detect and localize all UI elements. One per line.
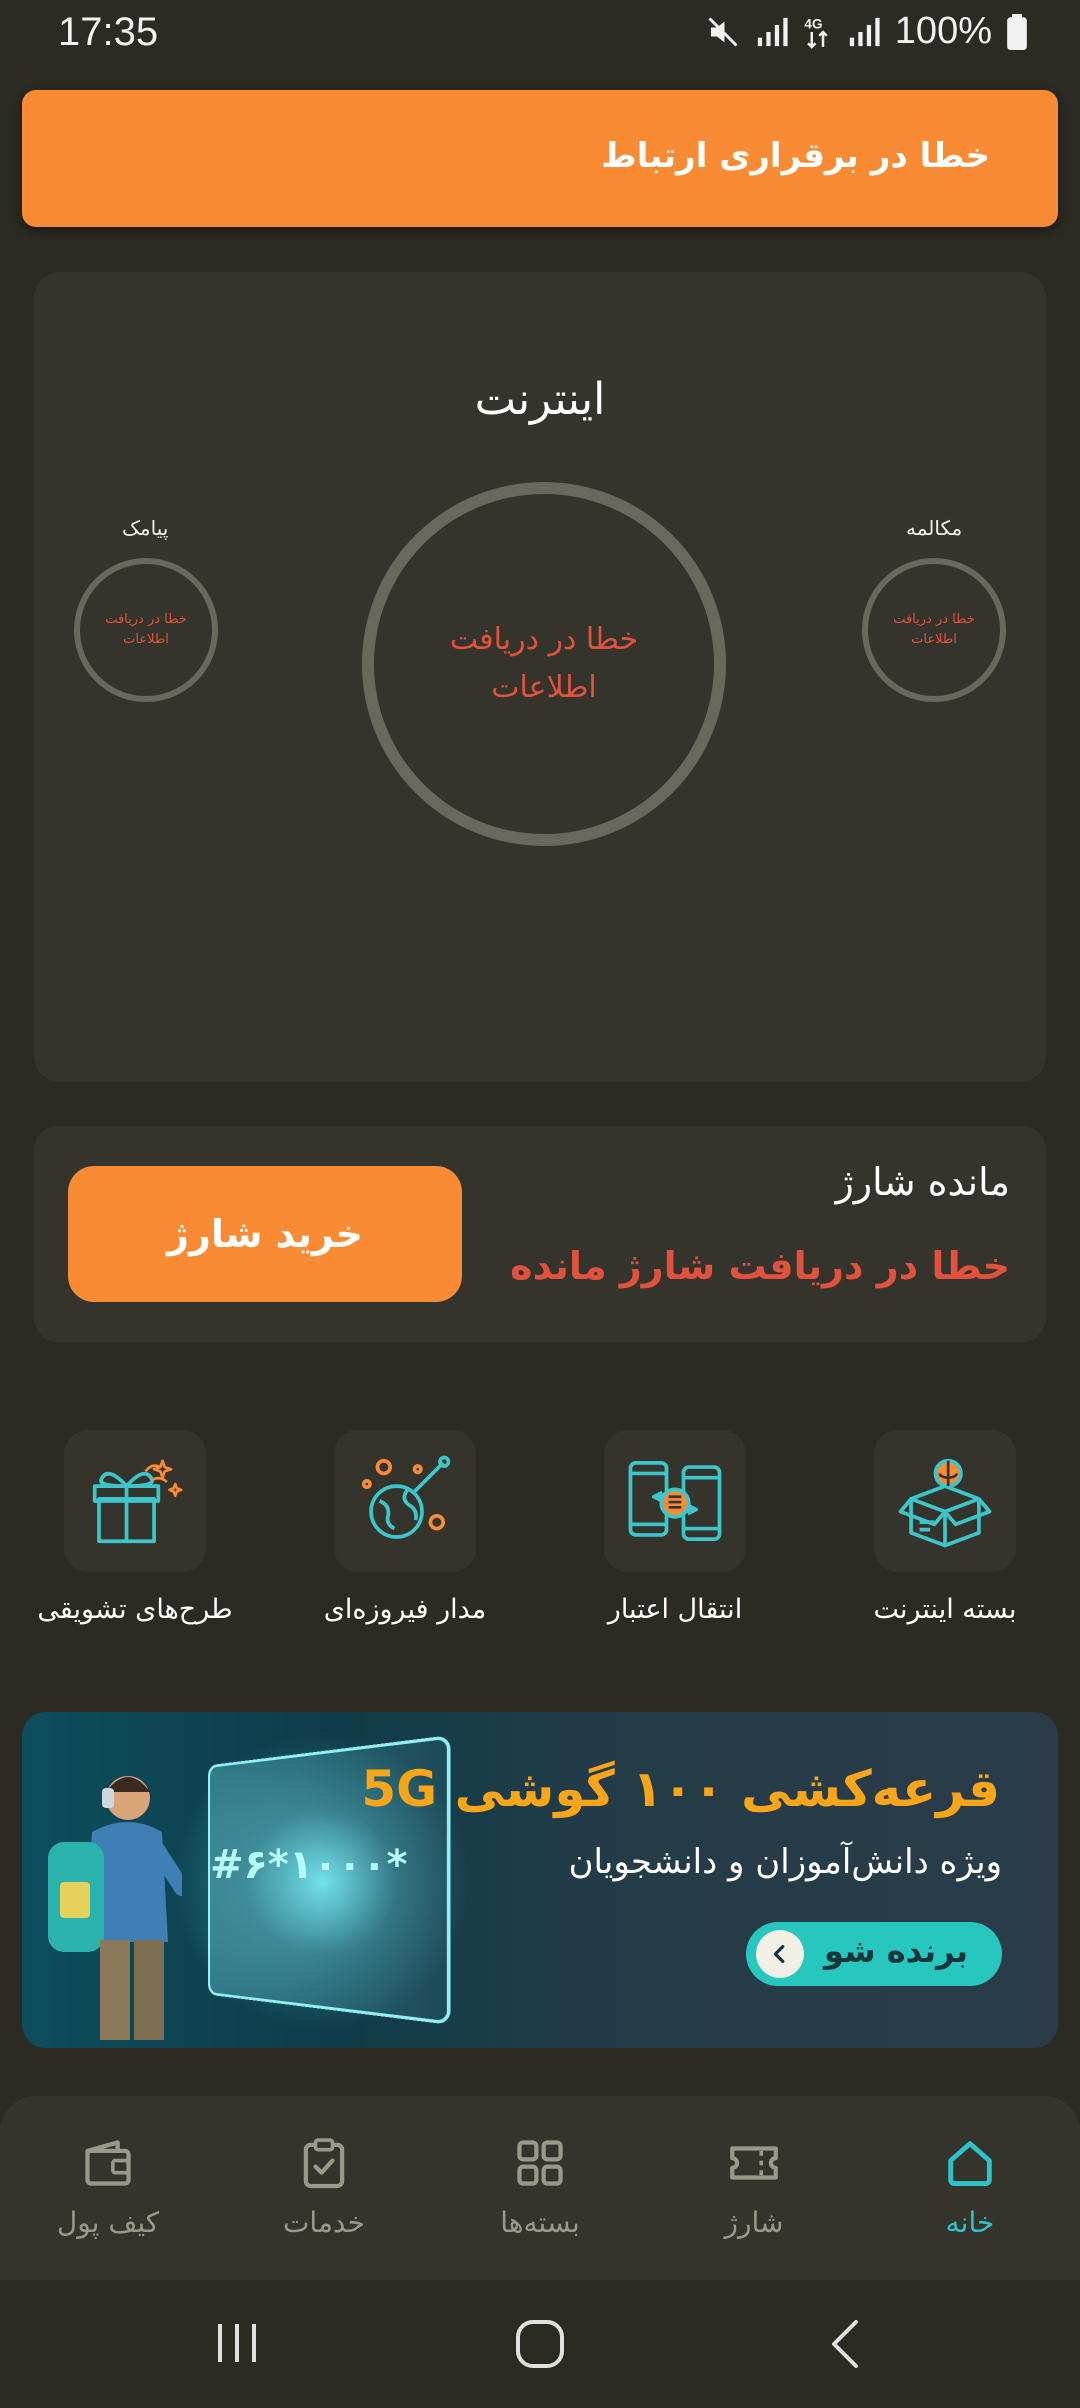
service-label: انتقال اعتبار bbox=[607, 1594, 743, 1625]
promo-banner[interactable]: #۶*۱۰۰۰* قرعه‌کشی ۱۰۰ گوشی 5G ویژه دانش‌… bbox=[22, 1712, 1058, 2048]
service-label: طرح‌های تشویقی bbox=[37, 1594, 233, 1625]
toast-message: خطا در برقراری ارتباط bbox=[601, 136, 990, 176]
service-incentive-plans[interactable]: طرح‌های تشویقی bbox=[25, 1430, 245, 1625]
call-usage-ring[interactable]: خطا در دریافت اطلاعات bbox=[862, 558, 1006, 702]
home-icon bbox=[948, 2141, 992, 2186]
4g-icon: 4G bbox=[804, 16, 828, 49]
usage-title: اینترنت bbox=[474, 374, 606, 425]
clipboard-icon bbox=[303, 2138, 345, 2189]
nav-home[interactable]: خانه bbox=[880, 2134, 1060, 2239]
internet-usage-ring[interactable]: خطا در دریافت اطلاعات bbox=[362, 482, 726, 846]
recent-apps-icon[interactable] bbox=[212, 2318, 262, 2368]
battery-icon bbox=[1007, 13, 1027, 50]
gift-icon bbox=[64, 1430, 206, 1572]
sms-usage-ring[interactable]: خطا در دریافت اطلاعات bbox=[74, 558, 218, 702]
student-illustration bbox=[48, 1776, 182, 2040]
banner-ussd-code: #۶*۱۰۰۰* bbox=[210, 1842, 408, 1888]
credit-transfer-icon bbox=[604, 1430, 746, 1572]
banner-cta-button[interactable]: برنده شو bbox=[746, 1922, 1002, 1986]
buy-charge-button[interactable]: خرید شارژ bbox=[68, 1166, 462, 1302]
nav-services[interactable]: خدمات bbox=[234, 2134, 414, 2239]
back-icon[interactable] bbox=[826, 2318, 866, 2370]
chevron-left-icon bbox=[756, 1930, 804, 1978]
battery-percent: 100% bbox=[894, 10, 992, 52]
service-label: مدار فیروزه‌ای bbox=[323, 1594, 487, 1625]
nav-charge[interactable]: شارژ bbox=[664, 2134, 844, 2239]
error-toast: خطا در برقراری ارتباط bbox=[22, 90, 1058, 227]
mute-icon bbox=[708, 16, 738, 47]
wallet-icon bbox=[85, 2140, 131, 2186]
grid-icon bbox=[517, 2140, 563, 2186]
svg-text:4G: 4G bbox=[804, 16, 822, 31]
nav-wallet[interactable]: کیف پول bbox=[18, 2134, 198, 2239]
nav-label: شارژ bbox=[724, 2206, 784, 2239]
sms-usage-error: خطا در دریافت اطلاعات bbox=[105, 612, 187, 647]
banner-title: قرعه‌کشی ۱۰۰ گوشی 5G bbox=[361, 1760, 1000, 1818]
balance-error: خطا در دریافت شارژ مانده bbox=[510, 1244, 1010, 1288]
service-label: بسته اینترنت bbox=[873, 1594, 1017, 1625]
status-time: 17:35 bbox=[58, 10, 159, 54]
balance-title: مانده شارژ bbox=[835, 1160, 1010, 1204]
status-icons: 4G 100% bbox=[705, 10, 1028, 53]
system-nav-bar bbox=[0, 2280, 1080, 2408]
service-internet-package[interactable]: بسته اینترنت bbox=[835, 1430, 1055, 1625]
call-label: مکالمه bbox=[906, 516, 963, 540]
nav-label: خانه bbox=[945, 2206, 995, 2239]
internet-package-icon bbox=[874, 1430, 1016, 1572]
usage-card: اینترنت خطا در دریافت اطلاعات پیامک خطا … bbox=[34, 272, 1046, 1082]
bottom-nav: خانه شارژ بسته‌ها خدمات کیف پول bbox=[0, 2096, 1080, 2280]
nav-packages[interactable]: بسته‌ها bbox=[450, 2134, 630, 2239]
signal-icon bbox=[849, 17, 880, 46]
turquoise-orbit-icon bbox=[334, 1430, 476, 1572]
internet-usage-error: خطا در دریافت اطلاعات bbox=[449, 622, 639, 705]
status-bar: 17:35 4G 100% bbox=[0, 0, 1080, 68]
service-credit-transfer[interactable]: انتقال اعتبار bbox=[565, 1430, 785, 1625]
call-usage-error: خطا در دریافت اطلاعات bbox=[893, 612, 975, 647]
service-turquoise-orbit[interactable]: مدار فیروزه‌ای bbox=[295, 1430, 515, 1625]
sms-label: پیامک bbox=[122, 516, 169, 540]
nav-label: کیف پول bbox=[56, 2206, 160, 2239]
signal-icon bbox=[757, 17, 788, 46]
balance-card: مانده شارژ خطا در دریافت شارژ مانده خرید… bbox=[34, 1126, 1046, 1342]
nav-label: خدمات bbox=[283, 2206, 365, 2239]
home-button-icon[interactable] bbox=[514, 2318, 566, 2370]
banner-cta-label: برنده شو bbox=[824, 1932, 968, 1970]
banner-subtitle: ویژه دانش‌آموزان و دانشجویان bbox=[568, 1842, 1002, 1882]
nav-label: بسته‌ها bbox=[500, 2206, 580, 2239]
ticket-icon bbox=[730, 2146, 778, 2180]
